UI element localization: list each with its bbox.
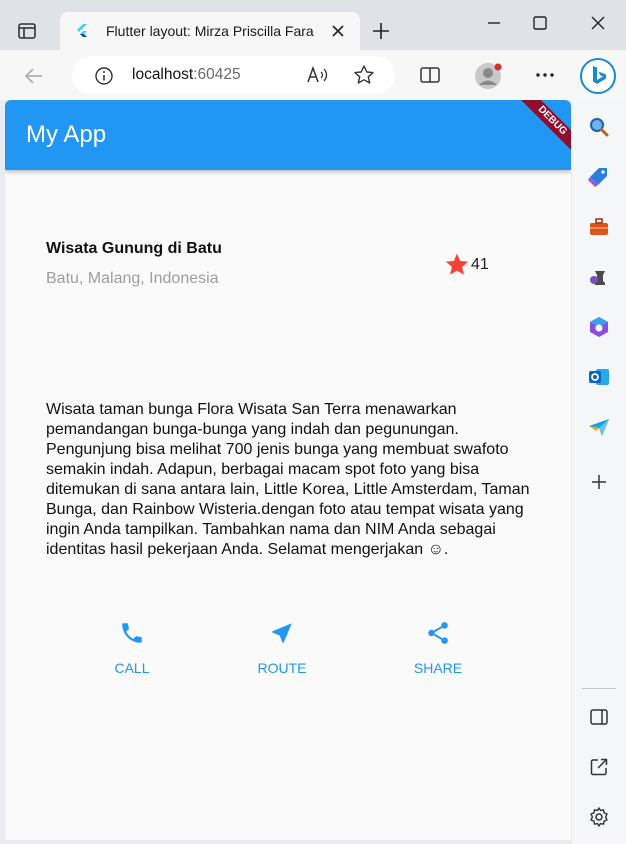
- url-text[interactable]: localhost:60425: [132, 66, 241, 84]
- browser-sidebar: [572, 100, 626, 844]
- phone-icon: [119, 620, 145, 646]
- add-icon[interactable]: [587, 470, 611, 494]
- favorite-star-icon[interactable]: [353, 64, 375, 86]
- app-title: My App: [26, 121, 107, 148]
- search-icon[interactable]: [587, 115, 611, 139]
- maximize-icon[interactable]: [528, 11, 552, 35]
- sidebar-panel-icon[interactable]: [587, 705, 611, 729]
- send-plane-icon[interactable]: [587, 415, 611, 439]
- close-tab-icon[interactable]: [330, 23, 346, 39]
- microsoft-365-icon[interactable]: [587, 315, 611, 339]
- browser-tab[interactable]: Flutter layout: Mirza Priscilla Fara: [60, 12, 360, 50]
- app-viewport: My App DEBUG Wisata Gunung di Batu Batu,…: [5, 100, 571, 840]
- split-screen-icon[interactable]: [418, 63, 442, 87]
- info-icon[interactable]: [94, 66, 114, 86]
- place-location: Batu, Malang, Indonesia: [46, 270, 219, 287]
- share-button[interactable]: SHARE: [398, 620, 478, 680]
- star-icon[interactable]: [444, 252, 470, 278]
- outlook-icon[interactable]: [587, 365, 611, 389]
- shopping-tag-icon[interactable]: [587, 165, 611, 189]
- sidebar-divider: [582, 688, 616, 689]
- address-bar[interactable]: localhost:60425: [72, 56, 395, 94]
- navigation-arrow-icon: [269, 620, 295, 646]
- minimize-icon[interactable]: [482, 11, 506, 35]
- tab-strip: Flutter layout: Mirza Priscilla Fara: [0, 0, 626, 50]
- description-text: Wisata taman bunga Flora Wisata San Terr…: [46, 401, 530, 558]
- route-button[interactable]: ROUTE: [242, 620, 322, 680]
- app-bar: My App: [5, 100, 571, 170]
- profile-avatar-icon[interactable]: [474, 62, 502, 90]
- settings-gear-icon[interactable]: [587, 805, 611, 829]
- read-aloud-icon[interactable]: [306, 64, 330, 86]
- tab-actions-icon[interactable]: [16, 20, 38, 42]
- browser-toolbar: localhost:60425: [0, 50, 626, 100]
- route-label: ROUTE: [257, 660, 307, 676]
- close-window-icon[interactable]: [586, 11, 610, 35]
- bing-copilot-icon[interactable]: [580, 58, 616, 94]
- share-label: SHARE: [413, 660, 463, 676]
- share-icon: [425, 620, 451, 646]
- new-tab-icon[interactable]: [370, 20, 392, 42]
- tab-title: Flutter layout: Mirza Priscilla Fara: [106, 23, 314, 39]
- call-button[interactable]: CALL: [92, 620, 172, 680]
- call-label: CALL: [114, 660, 150, 676]
- tools-briefcase-icon[interactable]: [587, 215, 611, 239]
- flutter-logo-icon: [74, 23, 90, 39]
- back-arrow-icon[interactable]: [22, 64, 46, 88]
- more-options-icon[interactable]: [533, 63, 557, 87]
- games-chess-icon[interactable]: [587, 265, 611, 289]
- star-count: 41: [471, 256, 489, 273]
- place-name: Wisata Gunung di Batu: [46, 240, 222, 257]
- open-external-icon[interactable]: [587, 755, 611, 779]
